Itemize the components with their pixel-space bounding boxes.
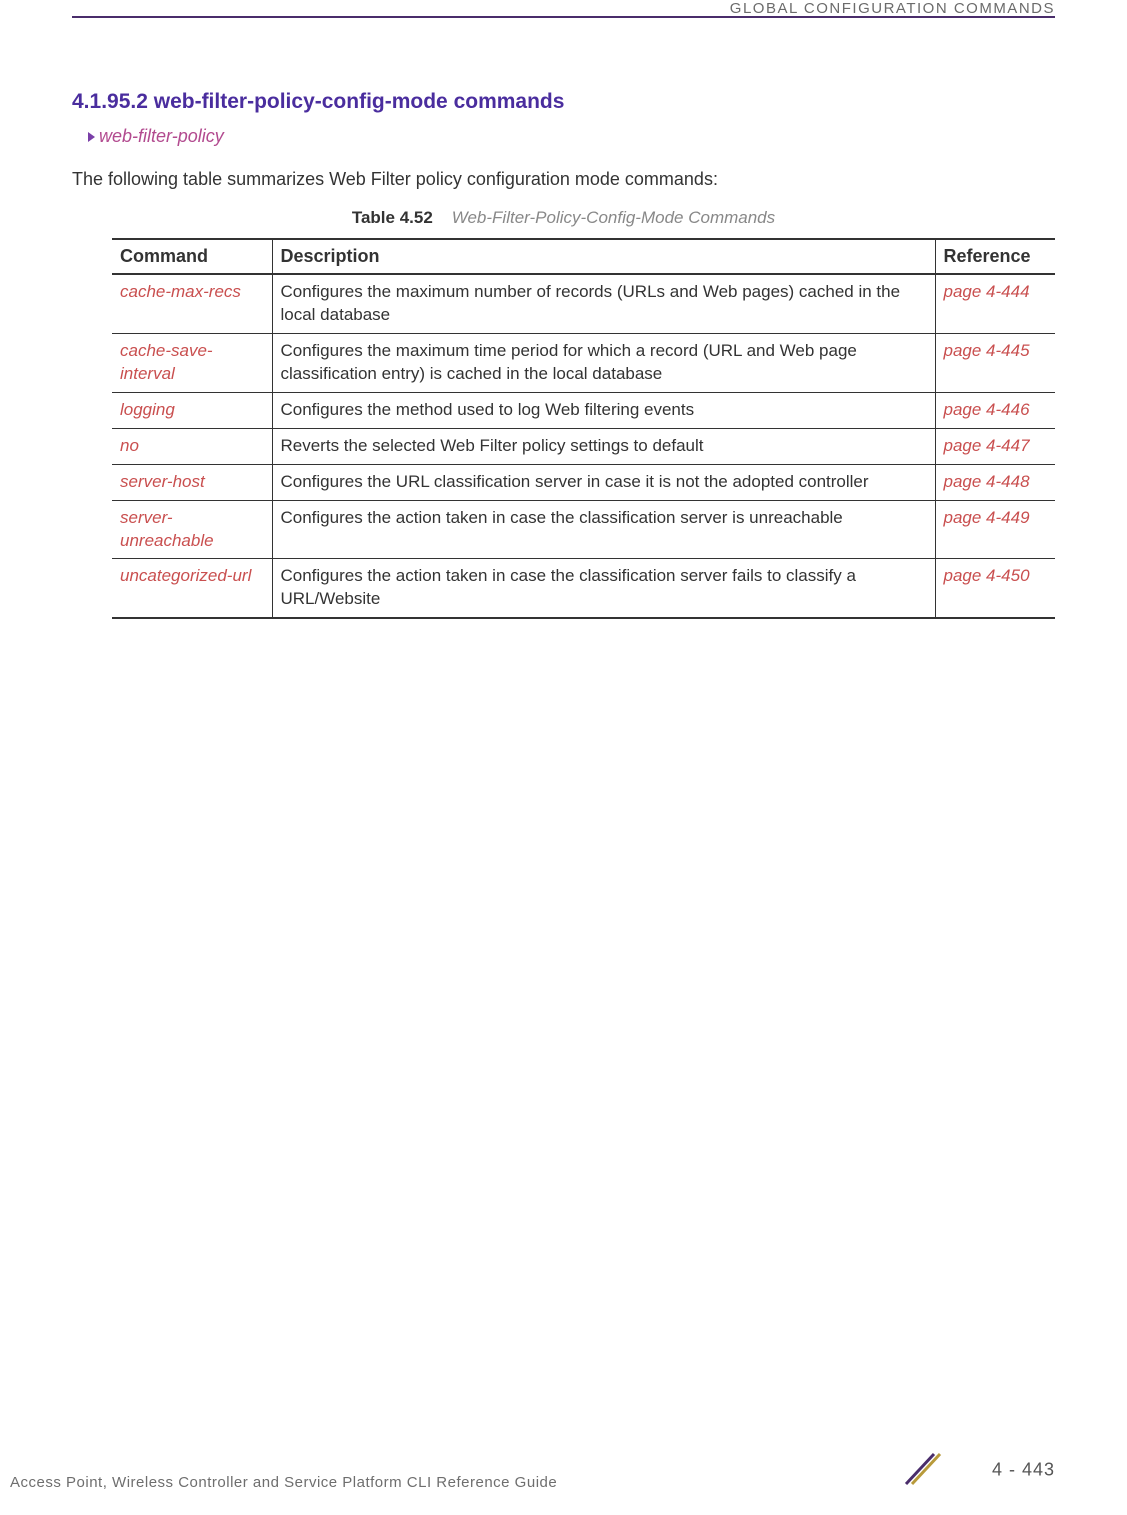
section-heading: 4.1.95.2 web-filter-policy-config-mode c…: [72, 90, 1055, 114]
table-row: logging Configures the method used to lo…: [112, 392, 1055, 428]
table-row: no Reverts the selected Web Filter polic…: [112, 428, 1055, 464]
command-link[interactable]: server-unreachable: [120, 508, 214, 550]
description-cell: Configures the action taken in case the …: [272, 559, 935, 618]
header-rule: [72, 16, 1055, 18]
breadcrumb: web-filter-policy: [88, 126, 1055, 147]
command-link[interactable]: logging: [120, 400, 175, 419]
description-cell: Configures the maximum number of records…: [272, 274, 935, 333]
table-row: cache-save-interval Configures the maxim…: [112, 333, 1055, 392]
reference-link[interactable]: page 4-445: [944, 341, 1030, 360]
command-link[interactable]: no: [120, 436, 139, 455]
description-cell: Configures the action taken in case the …: [272, 500, 935, 559]
command-link[interactable]: uncategorized-url: [120, 566, 251, 585]
breadcrumb-link[interactable]: web-filter-policy: [99, 126, 224, 147]
description-cell: Configures the URL classification server…: [272, 464, 935, 500]
table-row: cache-max-recs Configures the maximum nu…: [112, 274, 1055, 333]
table-caption: Table 4.52 Web-Filter-Policy-Config-Mode…: [72, 208, 1055, 228]
footer-title: Access Point, Wireless Controller and Se…: [10, 1474, 557, 1491]
reference-link[interactable]: page 4-447: [944, 436, 1030, 455]
intro-text: The following table summarizes Web Filte…: [72, 169, 1055, 190]
command-link[interactable]: cache-save-interval: [120, 341, 213, 383]
table-caption-title: Web-Filter-Policy-Config-Mode Commands: [452, 208, 775, 227]
footer-right: 4 - 443: [904, 1452, 1056, 1491]
reference-link[interactable]: page 4-444: [944, 282, 1030, 301]
reference-link[interactable]: page 4-446: [944, 400, 1030, 419]
chevron-right-icon: [88, 132, 95, 142]
page-footer: Access Point, Wireless Controller and Se…: [0, 1463, 1127, 1497]
commands-table: Command Description Reference cache-max-…: [112, 238, 1055, 619]
running-header: GLOBAL CONFIGURATION COMMANDS: [730, 0, 1055, 17]
description-cell: Configures the maximum time period for w…: [272, 333, 935, 392]
table-header-row: Command Description Reference: [112, 239, 1055, 274]
col-header-reference: Reference: [935, 239, 1055, 274]
command-link[interactable]: cache-max-recs: [120, 282, 241, 301]
description-cell: Configures the method used to log Web fi…: [272, 392, 935, 428]
reference-link[interactable]: page 4-448: [944, 472, 1030, 491]
command-link[interactable]: server-host: [120, 472, 205, 491]
col-header-description: Description: [272, 239, 935, 274]
table-caption-label: Table 4.52: [352, 208, 433, 227]
table-row: server-host Configures the URL classific…: [112, 464, 1055, 500]
table-row: uncategorized-url Configures the action …: [112, 559, 1055, 618]
page-number: 4 - 443: [992, 1460, 1055, 1480]
description-cell: Reverts the selected Web Filter policy s…: [272, 428, 935, 464]
table-row: server-unreachable Configures the action…: [112, 500, 1055, 559]
col-header-command: Command: [112, 239, 272, 274]
reference-link[interactable]: page 4-450: [944, 566, 1030, 585]
swoosh-icon: [904, 1452, 952, 1491]
reference-link[interactable]: page 4-449: [944, 508, 1030, 527]
page-content: 4.1.95.2 web-filter-policy-config-mode c…: [72, 90, 1055, 619]
